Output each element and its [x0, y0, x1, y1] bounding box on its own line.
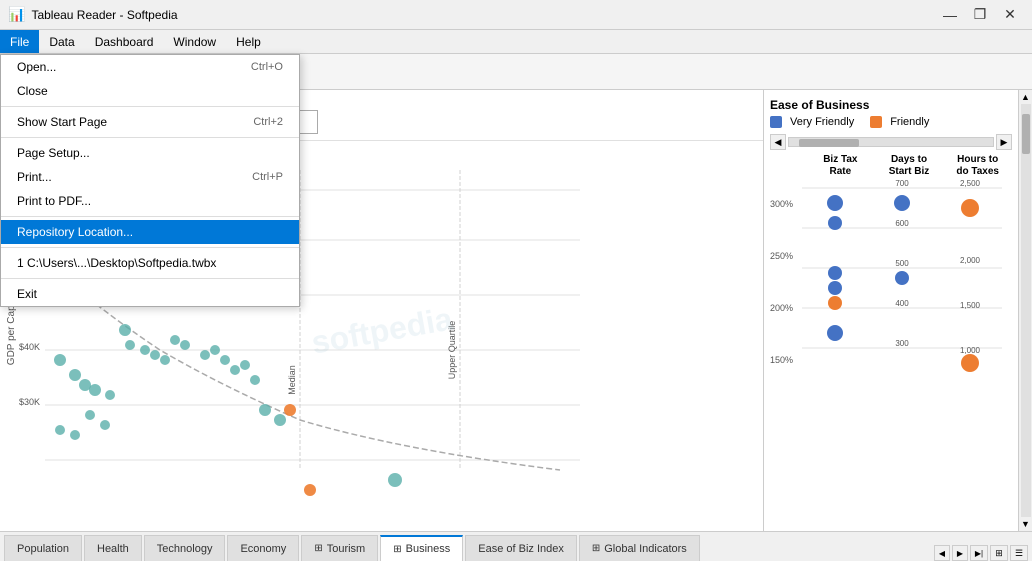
svg-text:Median: Median [287, 365, 297, 395]
maximize-button[interactable]: ❐ [966, 5, 994, 25]
tab-tourism[interactable]: ⊞ Tourism [301, 535, 378, 561]
menu-bar: File Data Dashboard Window Help [0, 30, 1032, 54]
svg-text:1,500: 1,500 [960, 301, 981, 310]
tab-tourism-icon: ⊞ [314, 543, 322, 554]
svg-text:500: 500 [895, 259, 909, 268]
svg-text:Upper Quartile: Upper Quartile [447, 321, 457, 380]
scroll-down-arrow[interactable]: ▼ [1019, 517, 1032, 531]
eob-title: Ease of Business [770, 98, 1012, 112]
menu-open[interactable]: Open... Ctrl+O [1, 55, 299, 79]
y-axis-left: 300% 250% 200% 150% [770, 178, 802, 378]
menu-dashboard[interactable]: Dashboard [85, 30, 164, 53]
tab-bar: Population Health Technology Economy ⊞ T… [0, 531, 1032, 561]
tab-controls: ◀ ▶ ▶| ⊞ ☰ [934, 545, 1032, 561]
tab-business[interactable]: ⊞ Business [380, 535, 463, 561]
menu-help[interactable]: Help [226, 30, 271, 53]
file-dropdown-menu: Open... Ctrl+O Close Show Start Page Ctr… [0, 54, 300, 307]
col-biz-tax: Biz TaxRate [806, 154, 875, 178]
legend-friendly-dot [870, 116, 882, 128]
tab-next[interactable]: ▶ [952, 545, 968, 561]
close-button[interactable]: ✕ [996, 5, 1024, 25]
svg-text:$30K: $30K [19, 397, 40, 407]
menu-close[interactable]: Close [1, 79, 299, 103]
legend-row: Very Friendly Friendly [770, 116, 1012, 128]
menu-show-start[interactable]: Show Start Page Ctrl+2 [1, 110, 299, 134]
dot-chart-body: 300% 250% 200% 150% [770, 178, 1012, 378]
menu-page-setup[interactable]: Page Setup... [1, 141, 299, 165]
menu-print[interactable]: Print... Ctrl+P [1, 165, 299, 189]
svg-text:2,000: 2,000 [960, 256, 981, 265]
vertical-scrollbar[interactable]: ▲ ▼ [1018, 90, 1032, 531]
tab-prev[interactable]: ◀ [934, 545, 950, 561]
svg-text:700: 700 [895, 179, 909, 188]
legend-friendly-label: Friendly [890, 116, 929, 128]
svg-text:600: 600 [895, 219, 909, 228]
scroll-thumb[interactable] [799, 139, 859, 147]
menu-window[interactable]: Window [163, 30, 226, 53]
legend-very-friendly-dot [770, 116, 782, 128]
minimize-button[interactable]: — [936, 5, 964, 25]
tab-economy[interactable]: Economy [227, 535, 299, 561]
svg-text:$40K: $40K [19, 342, 40, 352]
tab-population[interactable]: Population [4, 535, 82, 561]
app-icon: 📊 [8, 6, 25, 23]
menu-sep-4 [1, 247, 299, 248]
tab-health[interactable]: Health [84, 535, 142, 561]
scroll-thumb-vertical[interactable] [1022, 114, 1030, 154]
tab-list-view[interactable]: ☰ [1010, 545, 1028, 561]
col-days: Days toStart Biz [875, 154, 944, 178]
tab-end[interactable]: ▶| [970, 545, 988, 561]
window-title: Tableau Reader - Softpedia [31, 8, 936, 22]
tab-grid-view[interactable]: ⊞ [990, 545, 1008, 561]
dot-chart-svg: 700 600 500 400 300 2,500 2,000 1,500 1,… [802, 178, 1012, 378]
right-panel: Ease of Business Very Friendly Friendly … [763, 90, 1018, 531]
menu-print-pdf[interactable]: Print to PDF... [1, 189, 299, 213]
tab-technology[interactable]: Technology [144, 535, 226, 561]
scroll-right-arrow[interactable]: ▶ [996, 134, 1012, 150]
menu-file[interactable]: File [0, 30, 39, 53]
tab-business-icon: ⊞ [393, 544, 401, 555]
col-hours: Hours todo Taxes [943, 154, 1012, 178]
title-bar: 📊 Tableau Reader - Softpedia — ❐ ✕ [0, 0, 1032, 30]
menu-sep-5 [1, 278, 299, 279]
svg-text:2,500: 2,500 [960, 179, 981, 188]
svg-text:400: 400 [895, 299, 909, 308]
tab-ease-biz[interactable]: Ease of Biz Index [465, 535, 577, 561]
scroll-up-arrow[interactable]: ▲ [1019, 90, 1032, 104]
menu-sep-1 [1, 106, 299, 107]
scroll-left-arrow[interactable]: ◀ [770, 134, 786, 150]
menu-sep-3 [1, 216, 299, 217]
menu-repository-location[interactable]: Repository Location... [1, 220, 299, 244]
svg-text:300: 300 [895, 339, 909, 348]
menu-data[interactable]: Data [39, 30, 84, 53]
svg-text:1,000: 1,000 [960, 346, 981, 355]
scroll-controls: ◀ ▶ [770, 134, 1012, 150]
menu-sep-2 [1, 137, 299, 138]
menu-exit[interactable]: Exit [1, 282, 299, 306]
dot-chart-headers: Biz TaxRate Days toStart Biz Hours todo … [806, 154, 1012, 178]
tab-global[interactable]: ⊞ Global Indicators [579, 535, 700, 561]
window-controls: — ❐ ✕ [936, 5, 1024, 25]
tab-global-icon: ⊞ [592, 543, 600, 554]
legend-very-friendly-label: Very Friendly [790, 116, 854, 128]
menu-recent-file[interactable]: 1 C:\Users\...\Desktop\Softpedia.twbx [1, 251, 299, 275]
